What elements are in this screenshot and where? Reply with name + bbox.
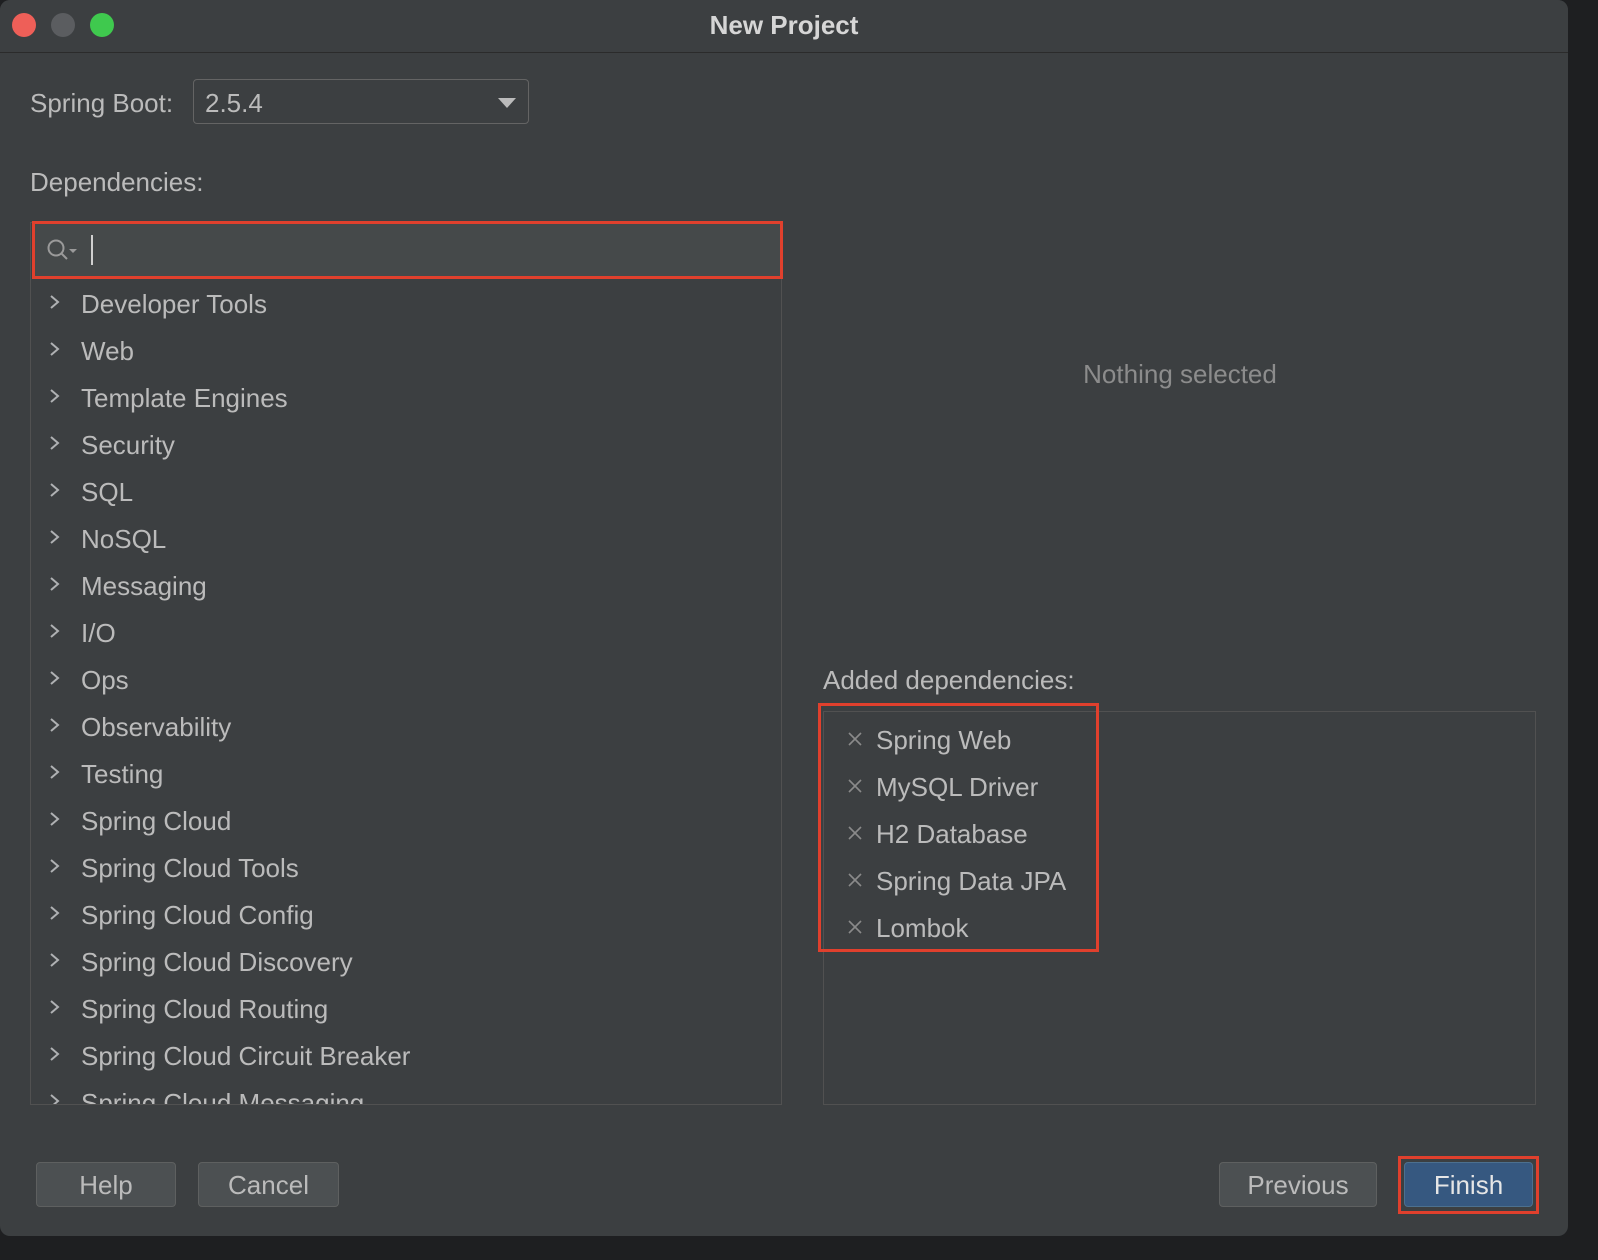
tree-category-item[interactable]: Spring Cloud bbox=[31, 797, 781, 844]
tree-category-item[interactable]: Template Engines bbox=[31, 374, 781, 421]
title-bar: New Project bbox=[0, 0, 1568, 53]
dependencies-label: Dependencies: bbox=[30, 167, 204, 197]
tree-category-label: Web bbox=[81, 336, 134, 366]
chevron-right-icon[interactable] bbox=[48, 623, 62, 639]
tree-category-item[interactable]: Security bbox=[31, 421, 781, 468]
tree-category-label: Ops bbox=[81, 665, 129, 695]
tree-category-label: Spring Cloud Discovery bbox=[81, 947, 353, 977]
previous-button[interactable]: Previous bbox=[1219, 1162, 1377, 1207]
tree-category-label: Spring Cloud Config bbox=[81, 900, 314, 930]
chevron-right-icon[interactable] bbox=[48, 717, 62, 733]
new-project-window: New Project Spring Boot: 2.5.4 Dependenc… bbox=[0, 0, 1568, 1236]
tree-category-item[interactable]: Web bbox=[31, 327, 781, 374]
tree-category-item[interactable]: SQL bbox=[31, 468, 781, 515]
chevron-right-icon[interactable] bbox=[48, 952, 62, 968]
chevron-right-icon[interactable] bbox=[48, 858, 62, 874]
tree-category-item[interactable]: Spring Cloud Circuit Breaker bbox=[31, 1032, 781, 1079]
tree-category-label: Spring Cloud Tools bbox=[81, 853, 299, 883]
tree-category-item[interactable]: I/O bbox=[31, 609, 781, 656]
tree-category-label: Spring Cloud Routing bbox=[81, 994, 329, 1024]
tree-category-item[interactable]: Spring Cloud Config bbox=[31, 891, 781, 938]
chevron-right-icon[interactable] bbox=[48, 670, 62, 686]
tree-category-label: Spring Cloud Circuit Breaker bbox=[81, 1041, 411, 1071]
chevron-right-icon[interactable] bbox=[48, 576, 62, 592]
dependency-category-list: Developer Tools Web Template Engines Securi… bbox=[31, 280, 781, 1105]
tree-category-label: Observability bbox=[81, 712, 232, 742]
spring-boot-version-select[interactable]: 2.5.4 bbox=[193, 79, 529, 124]
chevron-right-icon[interactable] bbox=[48, 1046, 62, 1062]
tree-category-item[interactable]: Developer Tools bbox=[31, 280, 781, 327]
chevron-right-icon[interactable] bbox=[48, 529, 62, 545]
tree-category-item[interactable]: Messaging bbox=[31, 562, 781, 609]
window-title: New Project bbox=[709, 10, 859, 40]
chevron-right-icon[interactable] bbox=[48, 482, 62, 498]
added-dependencies-label: Added dependencies: bbox=[823, 665, 1075, 695]
tree-category-item[interactable]: Spring Cloud Messaging bbox=[31, 1079, 781, 1105]
tree-category-label: I/O bbox=[81, 618, 116, 648]
search-icon bbox=[47, 239, 77, 260]
spring-boot-label: Spring Boot: bbox=[30, 88, 174, 118]
dependency-tree: Developer Tools Web Template Engines Securi… bbox=[30, 222, 782, 1105]
tree-category-label: Testing bbox=[81, 759, 164, 789]
dependency-search-box[interactable] bbox=[32, 221, 783, 279]
tree-category-item[interactable]: Spring Cloud Tools bbox=[31, 844, 781, 891]
tree-category-label: Security bbox=[81, 430, 175, 460]
tree-category-item[interactable]: NoSQL bbox=[31, 515, 781, 562]
tree-category-label: Spring Cloud bbox=[81, 806, 232, 836]
tree-category-item[interactable]: Observability bbox=[31, 703, 781, 750]
spring-boot-version-value: 2.5.4 bbox=[205, 88, 263, 118]
help-button[interactable]: Help bbox=[36, 1162, 176, 1207]
chevron-right-icon[interactable] bbox=[48, 388, 62, 404]
tree-category-item[interactable]: Ops bbox=[31, 656, 781, 703]
tree-category-label: NoSQL bbox=[81, 524, 167, 554]
chevron-right-icon[interactable] bbox=[48, 764, 62, 780]
cancel-button[interactable]: Cancel bbox=[198, 1162, 339, 1207]
tree-category-item[interactable]: Spring Cloud Routing bbox=[31, 985, 781, 1032]
chevron-right-icon[interactable] bbox=[48, 905, 62, 921]
tree-category-label: Spring Cloud Messaging bbox=[81, 1088, 365, 1105]
added-dependencies-highlight bbox=[818, 703, 1099, 952]
tree-category-label: Messaging bbox=[81, 571, 207, 601]
dependency-search-input[interactable] bbox=[89, 232, 733, 268]
nothing-selected-text: Nothing selected bbox=[1083, 359, 1277, 389]
tree-category-label: Template Engines bbox=[81, 383, 288, 413]
chevron-right-icon[interactable] bbox=[48, 999, 62, 1015]
finish-button[interactable]: Finish bbox=[1404, 1162, 1533, 1207]
tree-category-item[interactable]: Testing bbox=[31, 750, 781, 797]
tree-category-label: Developer Tools bbox=[81, 289, 267, 319]
chevron-right-icon[interactable] bbox=[48, 294, 62, 310]
tree-category-label: SQL bbox=[81, 477, 134, 507]
chevron-right-icon[interactable] bbox=[48, 435, 62, 451]
tree-category-item[interactable]: Spring Cloud Discovery bbox=[31, 938, 781, 985]
chevron-right-icon[interactable] bbox=[48, 341, 62, 357]
dropdown-arrow-icon bbox=[498, 98, 516, 108]
chevron-right-icon[interactable] bbox=[48, 1093, 62, 1105]
chevron-right-icon[interactable] bbox=[48, 811, 62, 827]
